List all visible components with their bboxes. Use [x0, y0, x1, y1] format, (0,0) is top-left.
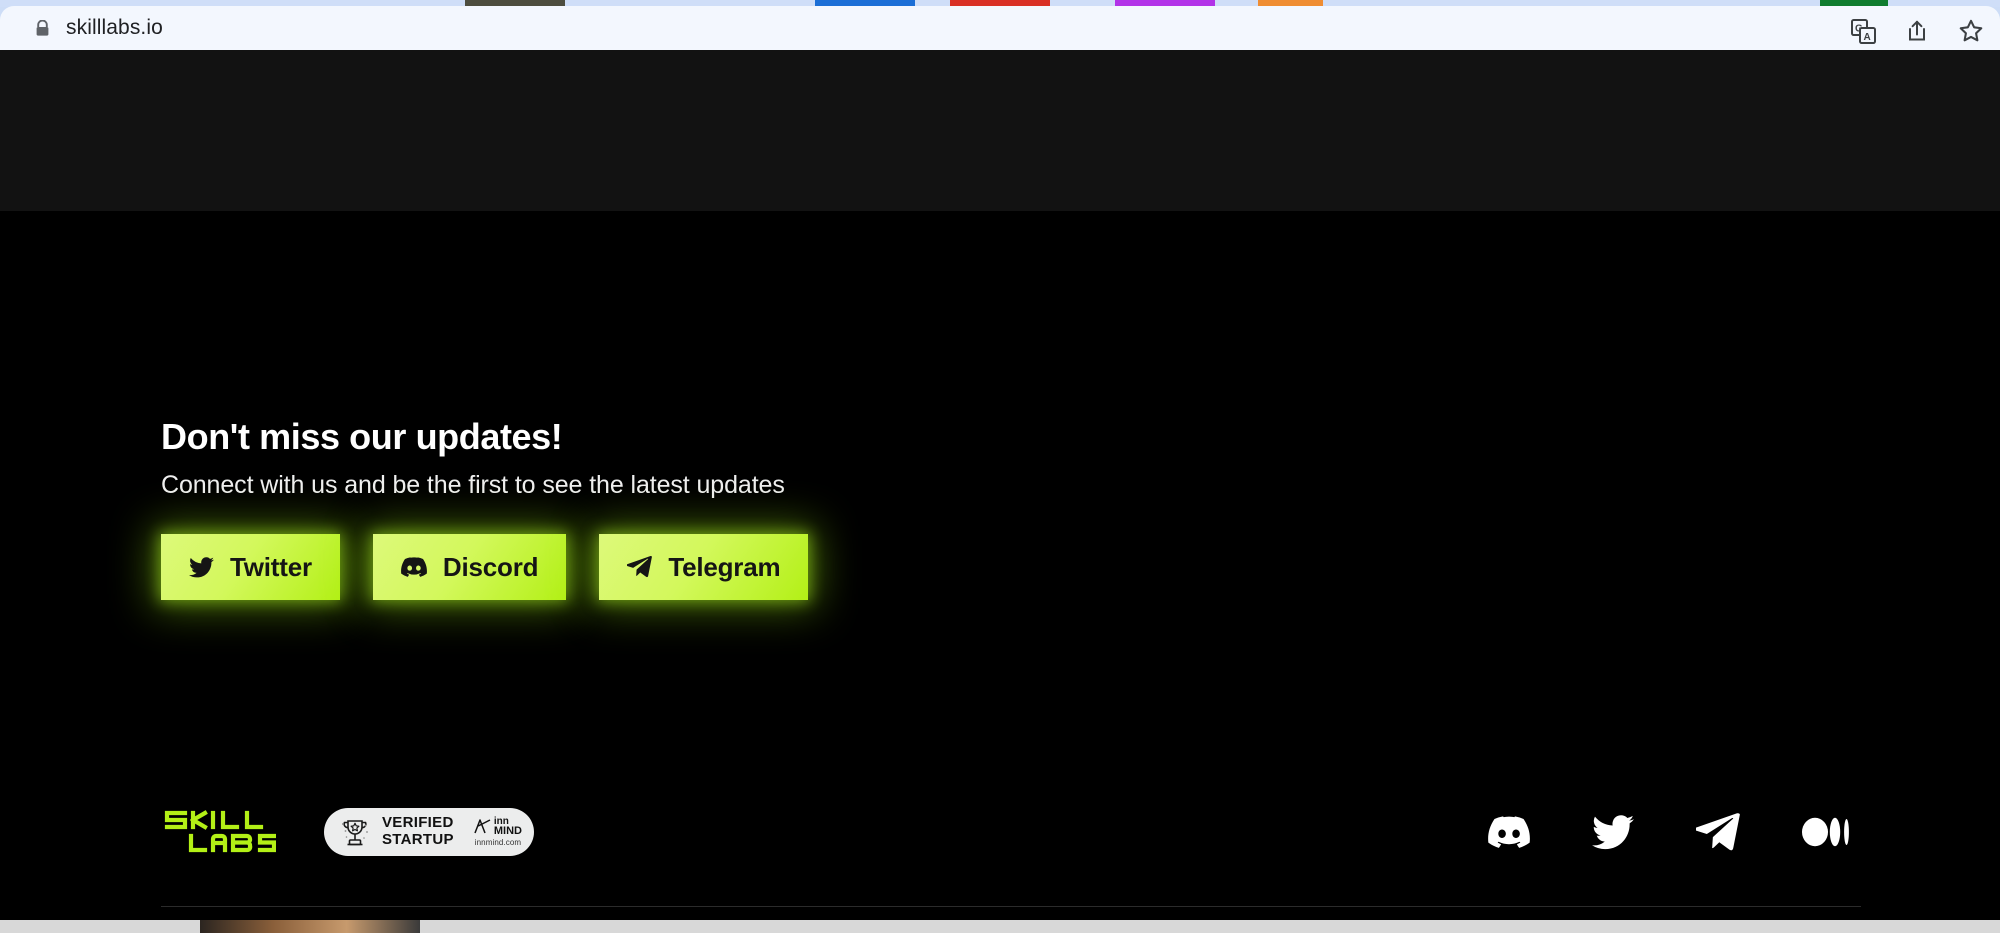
innmind-logo-icon	[474, 819, 491, 834]
trophy-icon	[336, 813, 374, 851]
cta-subtitle: Connect with us and be the first to see …	[161, 471, 785, 500]
discord-button-label: Discord	[442, 551, 539, 582]
address-bar[interactable]: skilllabs.io	[14, 11, 1814, 45]
skilllabs-logo[interactable]	[161, 809, 276, 855]
browser-chrome: skilllabs.io G A	[0, 0, 2000, 50]
telegram-button[interactable]: Telegram	[599, 534, 809, 601]
page-top-band	[0, 50, 2000, 211]
desktop-wallpaper-strip	[200, 920, 420, 933]
svg-text:A: A	[1863, 32, 1870, 43]
discord-icon[interactable]	[1488, 816, 1530, 848]
lock-icon	[34, 19, 50, 37]
innmind-url: innmind.com	[474, 838, 522, 848]
site-footer: VERIFIED STARTUP inn MIND innmind.com	[0, 792, 2000, 907]
innmind-brand: inn MIND innmind.com	[474, 816, 522, 848]
twitter-button-label: Twitter	[230, 551, 312, 582]
translate-icon[interactable]: G A	[1850, 18, 1876, 44]
cta-section: Don't miss our updates! Connect with us …	[161, 416, 1861, 601]
verified-startup-badge: VERIFIED STARTUP inn MIND innmind.com	[324, 808, 534, 856]
omnibox-row: skilllabs.io G A	[0, 6, 2000, 50]
telegram-button-label: Telegram	[668, 551, 781, 582]
cta-button-group: Twitter Discord Telegram	[161, 534, 1861, 601]
telegram-icon	[627, 556, 653, 578]
discord-icon	[400, 557, 427, 578]
badge-text: VERIFIED STARTUP	[382, 815, 454, 849]
cta-title: Don't miss our updates!	[161, 416, 563, 457]
share-icon[interactable]	[1904, 18, 1930, 44]
bookmark-star-icon[interactable]	[1958, 18, 1984, 44]
desktop-background-sliver	[0, 920, 2000, 933]
page-content: Don't miss our updates! Connect with us …	[0, 50, 2000, 933]
discord-button[interactable]: Discord	[372, 534, 567, 601]
medium-icon[interactable]	[1802, 817, 1850, 847]
badge-line2: STARTUP	[382, 831, 454, 848]
twitter-icon	[189, 557, 214, 578]
telegram-icon[interactable]	[1696, 812, 1740, 852]
url-text: skilllabs.io	[66, 16, 163, 39]
footer-social-links	[1488, 812, 1850, 852]
innmind-line2: MIND	[493, 825, 522, 838]
chrome-actions: G A	[1850, 12, 1984, 50]
twitter-icon[interactable]	[1592, 814, 1634, 850]
footer-top-row: VERIFIED STARTUP inn MIND innmind.com	[0, 792, 2000, 872]
twitter-button[interactable]: Twitter	[161, 534, 340, 601]
footer-divider	[161, 906, 1861, 907]
badge-line1: VERIFIED	[382, 814, 454, 832]
